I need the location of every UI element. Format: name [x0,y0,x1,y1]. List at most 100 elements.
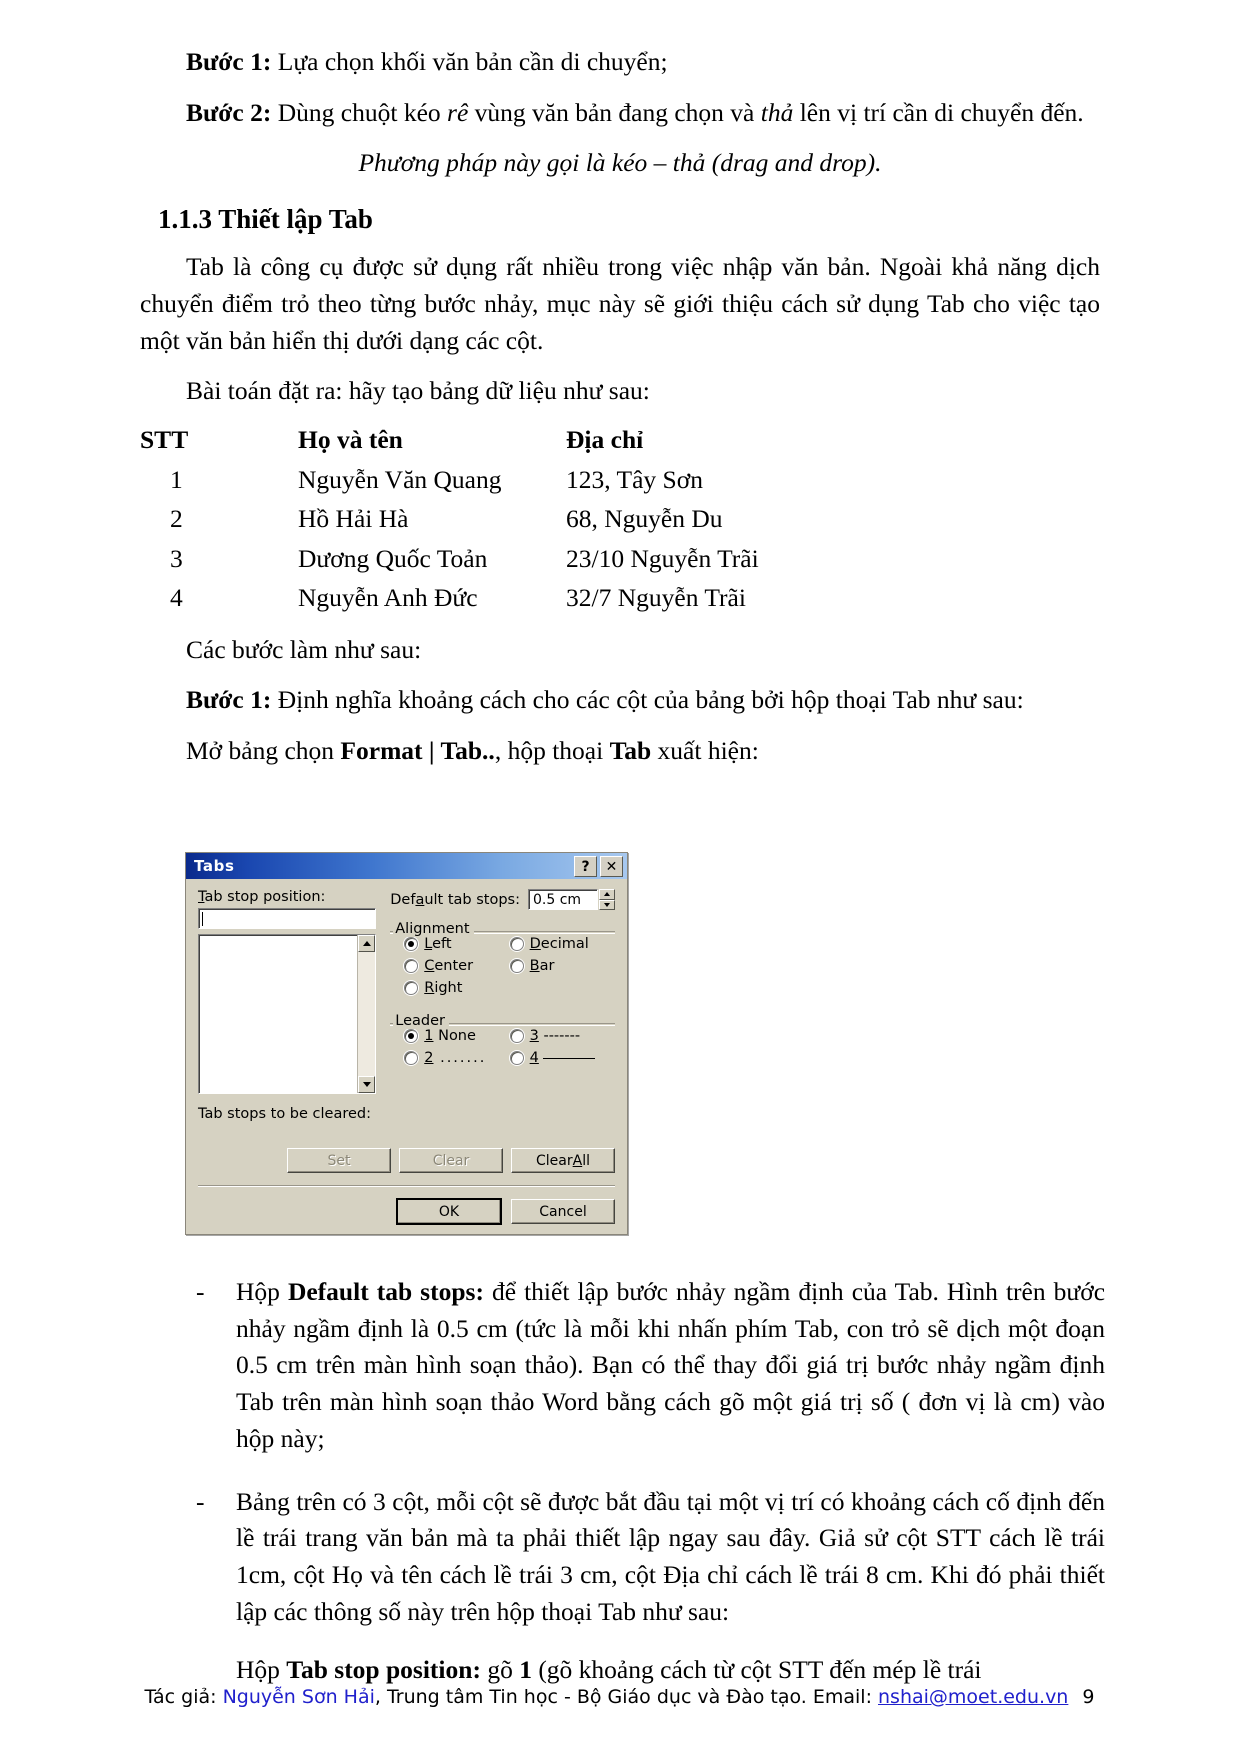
radio-icon [509,1051,524,1065]
scroll-down-icon[interactable] [358,1076,376,1093]
cancel-button[interactable]: Cancel [511,1199,615,1224]
alignment-col-right: Decimal Bar [509,936,615,1002]
tab-stop-position-input[interactable] [198,908,377,929]
dialog-right-column: Default tab stops: 0.5 cm Alignment Left… [376,889,615,1094]
tabs-dialog-figure: Tabs ? ✕ Tab stop position: Default tab … [185,852,628,1235]
tabs-dialog[interactable]: Tabs ? ✕ Tab stop position: Default tab … [185,852,628,1235]
cell-stt: 4 [170,583,183,613]
paragraph-open-menu: Mở bảng chọn Format | Tab.., hộp thoại T… [140,733,1100,770]
help-icon[interactable]: ? [574,856,597,877]
spinner-buttons[interactable] [599,889,615,910]
paragraph-note: Phương pháp này gọi là kéo – thả (drag a… [358,148,882,178]
footer-author: Nguyễn Sơn Hải [222,1686,375,1708]
set-button[interactable]: Set [287,1148,391,1173]
spinner-up-icon[interactable] [599,889,615,900]
default-tab-stops-label-rest: ult tab stops: [424,891,520,908]
clear-all-mnemonic: A [572,1152,583,1169]
last-para-text-b: (gõ khoảng cách từ cột STT đến mép lề tr… [531,1655,982,1685]
last-para-lead: Hộp [236,1655,287,1685]
radio-leader-underline[interactable]: 4 [509,1050,615,1066]
default-tab-stops-label: Default tab stops: [390,892,520,908]
scroll-up-icon[interactable] [358,935,376,952]
page-number: 9 [1082,1686,1095,1708]
tab-stop-list[interactable] [198,934,377,1094]
clear-button[interactable]: Clear [399,1148,503,1173]
step2-italic-a: rê [447,97,469,127]
radio-leader-dots[interactable]: 2 ....... [404,1050,509,1066]
leader-col-left: 1 None 2 ....... [404,1028,509,1072]
dialog-separator [198,1185,615,1187]
default-tab-stops-row: Default tab stops: 0.5 cm [390,889,615,910]
paragraph-steps-intro: Các bước làm như sau: [186,634,422,664]
cell-stt: 2 [170,504,183,534]
radio-label: ight [434,980,463,996]
last-para-text-a: gõ [480,1655,520,1685]
radio-leader-dashes[interactable]: 3 ------- [509,1028,615,1044]
radio-label: None [433,1028,476,1044]
table-header-row: STT Họ và tên Địa chỉ [140,420,866,460]
bullet-lead: Hộp [236,1277,288,1306]
step-b1-label: Bước 1: [186,685,272,715]
radio-mnemonic: L [424,936,433,952]
radio-mnemonic: R [424,980,435,996]
post-dialog-content: - Hộp Default tab stops: để thiết lập bướ… [190,1262,1105,1695]
clear-all-label-pre: Clear [536,1152,573,1169]
arrow-up-icon [362,941,371,946]
dialog-body: Tab stop position: Default tab stops: 0.… [186,879,627,1234]
table-header-address: Địa chỉ [566,425,644,455]
section-heading: 1.1.3 Thiết lập Tab [158,204,373,235]
dialog-titlebar[interactable]: Tabs ? ✕ [186,853,627,879]
dialog-top-row: Tab stop position: Default tab stops: 0.… [198,889,615,1094]
open-menu-tail: xuất hiện: [651,736,759,766]
tab-stop-list-scrollbar[interactable] [357,935,376,1093]
tab-stop-position-group: Tab stop position: [198,889,377,1094]
ok-button[interactable]: OK [396,1198,502,1225]
radio-alignment-right[interactable]: Right [404,980,509,996]
step-b1-text: Định nghĩa khoảng cách cho các cột của b… [271,685,1024,715]
footer-email-link[interactable]: nshai@moet.edu.vn [878,1686,1068,1708]
radio-icon [404,1029,419,1043]
list-item: - Hộp Default tab stops: để thiết lập bướ… [190,1274,1105,1458]
table-row: 2 Hồ Hải Hà 68, Nguyễn Du [140,499,866,539]
step1-label: Bước 1: [186,47,272,76]
open-menu-mid: , hộp thoại [494,736,610,766]
data-table: STT Họ và tên Địa chỉ 1 Nguyễn Văn Quang… [140,420,866,618]
leader-line-icon [542,1058,595,1059]
spinner-down-icon[interactable] [599,899,615,910]
cell-stt: 1 [170,464,183,494]
bullet-bold-term: Default tab stops: [287,1277,484,1306]
radio-icon [404,981,419,995]
menu-path-format-tab: Format | Tab.. [340,736,495,766]
clear-all-button[interactable]: Clear All [511,1148,615,1173]
leader-legend: Leader [393,1013,449,1029]
alignment-legend: Alignment [393,921,474,937]
table-header-stt: STT [140,425,189,455]
radio-label: ....... [433,1050,487,1066]
radio-alignment-bar[interactable]: Bar [509,958,615,974]
radio-alignment-left[interactable]: Left [404,936,509,952]
step2-text-a: Dùng chuột kéo [271,97,448,127]
bullet-text: Bảng trên có 3 cột, mỗi cột sẽ được bắt … [236,1486,1105,1626]
step1-text: Lựa chọn khối văn bản cần di chuyển; [271,47,668,76]
default-tab-stops-input[interactable]: 0.5 cm [528,889,598,910]
footer-prefix: Tác giả: [144,1686,223,1708]
close-icon[interactable]: ✕ [600,856,623,877]
cell-name: Hồ Hải Hà [298,504,409,534]
radio-alignment-decimal[interactable]: Decimal [509,936,615,952]
radio-mnemonic: 3 [529,1028,539,1044]
last-para-bold-term: Tab stop position: [286,1655,481,1685]
radio-alignment-center[interactable]: Center [404,958,509,974]
text-caret [202,911,203,926]
radio-leader-none[interactable]: 1 None [404,1028,509,1044]
radio-mnemonic: 4 [529,1050,539,1066]
default-tab-stops-spinner[interactable]: 0.5 cm [528,889,615,910]
step2-italic-b: thả [760,97,794,127]
cell-address: 32/7 Nguyễn Trãi [566,583,746,613]
radio-label: eft [432,936,452,952]
table-row: 3 Dương Quốc Toản 23/10 Nguyễn Trãi [140,539,866,579]
